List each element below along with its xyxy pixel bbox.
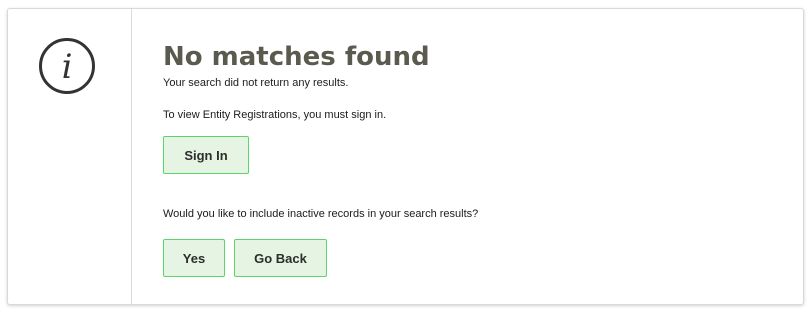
yes-button[interactable]: Yes xyxy=(163,239,225,277)
icon-column: i xyxy=(8,9,132,304)
no-results-card: i No matches found Your search did not r… xyxy=(7,8,804,305)
inactive-records-prompt: Would you like to include inactive recor… xyxy=(163,208,479,220)
signin-prompt-text: To view Entity Registrations, you must s… xyxy=(163,109,387,121)
sign-in-button[interactable]: Sign In xyxy=(163,136,249,174)
no-results-text: Your search did not return any results. xyxy=(163,77,349,89)
page-title: No matches found xyxy=(163,42,430,72)
info-icon: i xyxy=(39,38,95,94)
go-back-button[interactable]: Go Back xyxy=(234,239,327,277)
info-icon-glyph: i xyxy=(62,47,73,87)
message-content: No matches found Your search did not ret… xyxy=(163,9,793,304)
